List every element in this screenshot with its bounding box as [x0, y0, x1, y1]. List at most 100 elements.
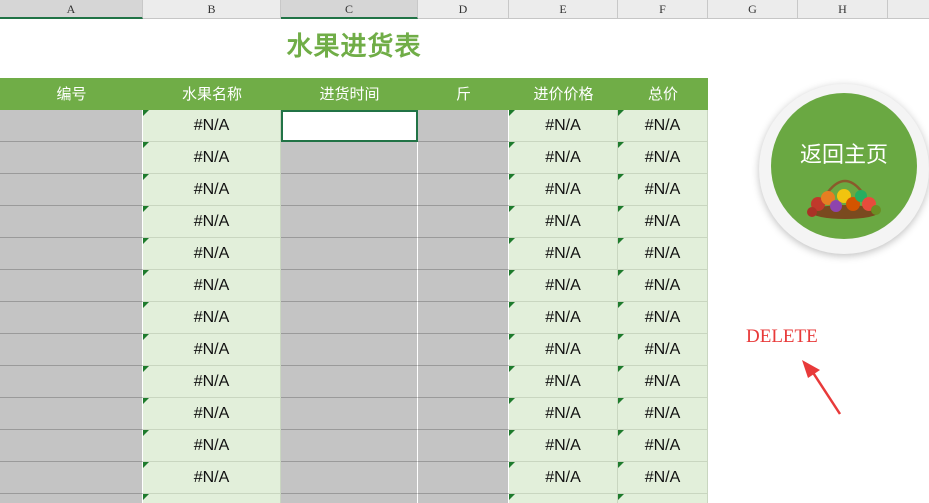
cell-jin[interactable] — [418, 142, 509, 174]
cell-name[interactable]: #N/A — [143, 302, 281, 334]
cell-name[interactable]: #N/A — [143, 142, 281, 174]
cell-date[interactable] — [281, 174, 418, 206]
cell-id[interactable] — [0, 110, 143, 142]
cell-id[interactable] — [0, 430, 143, 462]
column-header-a[interactable]: A — [0, 0, 143, 19]
fruit-basket-icon — [807, 179, 881, 219]
header-fruit-name: 水果名称 — [181, 85, 242, 103]
column-header-f[interactable]: F — [618, 0, 708, 18]
cell-id[interactable] — [0, 238, 143, 270]
cell-jin[interactable] — [418, 206, 509, 238]
cell-jin[interactable] — [418, 430, 509, 462]
table-header-row: 编号 水果名称 进货时间 斤 进价价格 总价 — [0, 78, 708, 110]
header-purchase-price: 进价价格 — [533, 85, 594, 103]
cell-price[interactable]: #N/A — [509, 110, 618, 142]
cell-price[interactable]: #N/A — [509, 430, 618, 462]
header-jin: 斤 — [455, 85, 471, 103]
column-header-bar: A B C D E F G H — [0, 0, 929, 19]
cell-jin[interactable] — [418, 398, 509, 430]
cell-id[interactable] — [0, 302, 143, 334]
header-total: 总价 — [647, 85, 678, 103]
cell-name[interactable]: #N/A — [143, 174, 281, 206]
cell-date[interactable] — [281, 142, 418, 174]
cell-name[interactable]: #N/A — [143, 334, 281, 366]
cell-price[interactable]: #N/A — [509, 238, 618, 270]
column-header-b[interactable]: B — [143, 0, 281, 18]
column-header-e[interactable]: E — [509, 0, 618, 18]
cell-total[interactable]: #N/A — [618, 110, 708, 142]
cell-jin[interactable] — [418, 366, 509, 398]
cell-total[interactable]: #N/A — [618, 206, 708, 238]
cell-total[interactable]: #N/A — [618, 334, 708, 366]
cell-date[interactable] — [281, 238, 418, 270]
cell-price[interactable]: #N/A — [509, 334, 618, 366]
cell-name[interactable]: #N/A — [143, 398, 281, 430]
cell-total[interactable]: #N/A — [618, 174, 708, 206]
cell-date[interactable] — [281, 206, 418, 238]
cell-jin[interactable] — [418, 334, 509, 366]
cell-date[interactable] — [281, 462, 418, 494]
cell-date[interactable] — [281, 430, 418, 462]
column-header-h[interactable]: H — [798, 0, 888, 18]
table-body: #N/A #N/A #N/A #N/A #N/A #N/A #N/A #N/A #N/A #N/A… — [0, 110, 708, 503]
cell-price[interactable]: #N/A — [509, 366, 618, 398]
cell-jin[interactable] — [418, 238, 509, 270]
cell-date[interactable] — [281, 334, 418, 366]
cell-total[interactable]: #N/A — [618, 398, 708, 430]
cell-price[interactable]: #N/A — [509, 302, 618, 334]
header-purchase-date: 进货时间 — [319, 85, 380, 103]
cell-jin[interactable] — [418, 302, 509, 334]
cell-total[interactable]: #N/A — [618, 142, 708, 174]
cell-price[interactable]: #N/A — [509, 398, 618, 430]
cell-id[interactable] — [0, 366, 143, 398]
cell-total[interactable]: #N/A — [618, 462, 708, 494]
cell-name[interactable]: #N/A — [143, 110, 281, 142]
cell-total[interactable]: #N/A — [618, 238, 708, 270]
cell-price[interactable]: #N/A — [509, 270, 618, 302]
cell-jin[interactable] — [418, 494, 509, 503]
cell-name[interactable]: #N/A — [143, 206, 281, 238]
cell-total[interactable]: #N/A — [618, 302, 708, 334]
home-button-label: 返回主页 — [799, 143, 888, 168]
cell-name[interactable] — [143, 494, 281, 503]
cell-name[interactable]: #N/A — [143, 366, 281, 398]
cell-id[interactable] — [0, 270, 143, 302]
cell-id[interactable] — [0, 206, 143, 238]
column-header-d[interactable]: D — [418, 0, 509, 18]
cell-id[interactable] — [0, 334, 143, 366]
column-header-g[interactable]: G — [708, 0, 798, 18]
cell-date[interactable] — [281, 302, 418, 334]
home-button[interactable]: 返回主页 — [771, 93, 917, 239]
cell-price[interactable]: #N/A — [509, 174, 618, 206]
cell-total[interactable] — [618, 494, 708, 503]
cell-price[interactable] — [509, 494, 618, 503]
cell-id[interactable] — [0, 398, 143, 430]
cell-date[interactable] — [281, 110, 418, 142]
header-id: 编号 — [56, 85, 87, 103]
cell-total[interactable]: #N/A — [618, 366, 708, 398]
cell-id[interactable] — [0, 142, 143, 174]
cell-jin[interactable] — [418, 174, 509, 206]
cell-id[interactable] — [0, 462, 143, 494]
cell-name[interactable]: #N/A — [143, 270, 281, 302]
arrow-icon — [802, 360, 842, 415]
cell-total[interactable]: #N/A — [618, 430, 708, 462]
cell-date[interactable] — [281, 398, 418, 430]
cell-jin[interactable] — [418, 110, 509, 142]
cell-date[interactable] — [281, 270, 418, 302]
cell-name[interactable]: #N/A — [143, 238, 281, 270]
cell-total[interactable]: #N/A — [618, 270, 708, 302]
cell-jin[interactable] — [418, 270, 509, 302]
cell-date[interactable] — [281, 366, 418, 398]
cell-name[interactable]: #N/A — [143, 430, 281, 462]
cell-jin[interactable] — [418, 462, 509, 494]
delete-annotation: DELETE — [746, 326, 818, 347]
cell-price[interactable]: #N/A — [509, 462, 618, 494]
cell-id[interactable] — [0, 174, 143, 206]
cell-date[interactable] — [281, 494, 418, 503]
cell-name[interactable]: #N/A — [143, 462, 281, 494]
cell-id[interactable] — [0, 494, 143, 503]
column-header-c[interactable]: C — [281, 0, 418, 19]
cell-price[interactable]: #N/A — [509, 206, 618, 238]
cell-price[interactable]: #N/A — [509, 142, 618, 174]
